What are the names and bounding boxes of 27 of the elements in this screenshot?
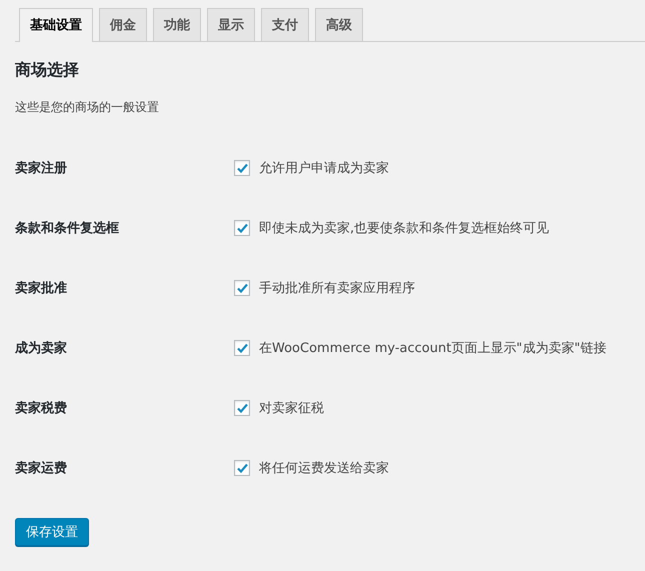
checkbox[interactable] bbox=[234, 340, 250, 356]
settings-tab[interactable]: 显示 bbox=[207, 8, 255, 41]
setting-label: 卖家运费 bbox=[15, 460, 68, 477]
checkbox[interactable] bbox=[234, 400, 250, 416]
setting-label: 成为卖家 bbox=[15, 340, 68, 357]
settings-tab[interactable]: 高级 bbox=[315, 8, 363, 41]
checkbox-label: 在WooCommerce my-account页面上显示"成为卖家"链接 bbox=[259, 340, 606, 357]
section-title: 商场选择 bbox=[15, 60, 80, 81]
settings-tab[interactable]: 基础设置 bbox=[19, 8, 93, 42]
checkbox[interactable] bbox=[234, 460, 250, 476]
checkbox[interactable] bbox=[234, 280, 250, 296]
setting-label: 卖家批准 bbox=[15, 280, 68, 297]
checkbox-label: 手动批准所有卖家应用程序 bbox=[259, 280, 415, 297]
setting-label: 卖家注册 bbox=[15, 160, 68, 177]
checkbox-label: 将任何运费发送给卖家 bbox=[259, 460, 389, 477]
setting-label: 卖家税费 bbox=[15, 400, 68, 417]
checkbox-label: 对卖家征税 bbox=[259, 400, 324, 417]
checkbox[interactable] bbox=[234, 160, 250, 176]
checkbox-label: 即使未成为卖家,也要使条款和条件复选框始终可见 bbox=[259, 220, 550, 237]
settings-tab[interactable]: 功能 bbox=[153, 8, 201, 41]
checkbox-label: 允许用户申请成为卖家 bbox=[259, 160, 389, 177]
save-button[interactable]: 保存设置 bbox=[15, 518, 89, 546]
setting-label: 条款和条件复选框 bbox=[15, 220, 120, 237]
checkbox[interactable] bbox=[234, 220, 250, 236]
settings-tab[interactable]: 佣金 bbox=[99, 8, 147, 41]
section-description: 这些是您的商场的一般设置 bbox=[15, 99, 160, 116]
settings-tab[interactable]: 支付 bbox=[261, 8, 309, 41]
